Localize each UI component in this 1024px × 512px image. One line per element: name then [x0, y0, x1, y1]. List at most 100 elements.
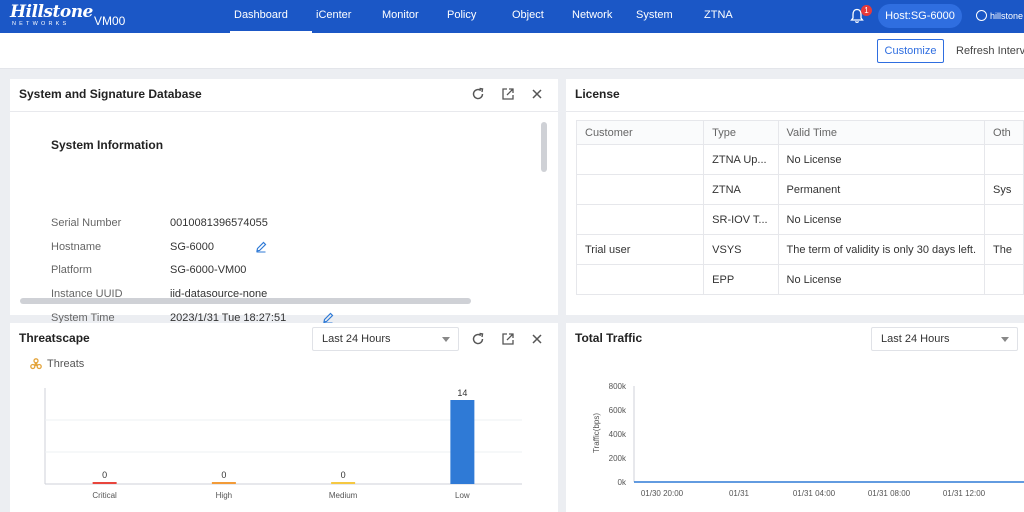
info-label: Serial Number — [51, 217, 122, 229]
table-row[interactable]: Trial user VSYS The term of validity is on… — [575, 234, 1024, 265]
column-header[interactable]: Valid Time — [777, 120, 986, 145]
dashboard-toolbar: Customize Refresh Interval — [0, 33, 1024, 69]
data-label: 0 — [102, 470, 107, 480]
nav-network[interactable]: Network — [568, 0, 632, 33]
nav-system[interactable]: System — [632, 0, 700, 33]
x-tick-label: 01/31 — [729, 489, 750, 498]
table-cell: ZTNA — [703, 174, 779, 205]
table-row[interactable]: EPP No License — [575, 264, 1024, 295]
x-tick-label: 01/31 08:00 — [868, 489, 911, 498]
x-tick-label: 01/31 04:00 — [793, 489, 836, 498]
table-cell — [984, 264, 1024, 295]
biohazard-icon — [30, 358, 42, 370]
refresh-icon[interactable] — [471, 332, 485, 346]
panel-title: Total Traffic — [575, 331, 643, 345]
time-range-value: Last 24 Hours — [322, 333, 391, 345]
section-title: System Information — [51, 138, 164, 152]
device-name: VM00 — [94, 14, 126, 28]
info-value: SG-6000-VM00 — [170, 264, 247, 276]
table-cell: EPP — [703, 264, 779, 295]
table-cell: Sys — [984, 174, 1024, 205]
y-tick-label: 0k — [618, 478, 627, 487]
y-axis-label: Traffic(bps) — [592, 413, 601, 453]
total-traffic-panel: Total Traffic Last 24 Hours Traffic(bps)… — [566, 323, 1024, 512]
table-row[interactable]: SR-IOV T... No License — [575, 204, 1024, 235]
refresh-icon[interactable] — [471, 87, 485, 101]
data-label: 0 — [341, 470, 346, 480]
threat-bar-chart: 0 Critical 0 High 0 Medium 14 Low — [44, 388, 522, 500]
time-range-select[interactable]: Last 24 Hours — [871, 327, 1018, 351]
close-icon[interactable] — [530, 332, 544, 346]
table-cell — [575, 204, 705, 235]
chevron-down-icon — [442, 337, 450, 342]
x-tick-label: Critical — [92, 491, 117, 500]
table-row[interactable]: ZTNA Permanent Sys — [575, 174, 1024, 205]
nav-dashboard[interactable]: Dashboard — [230, 0, 312, 33]
table-cell: No License — [777, 204, 986, 235]
table-cell — [575, 144, 705, 175]
table-cell — [984, 144, 1024, 175]
table-header: Customer Type Valid Time Oth — [575, 120, 1024, 145]
chevron-down-icon — [1001, 337, 1009, 342]
table-cell: The term of validity is only 30 days lef… — [777, 234, 986, 265]
column-header[interactable]: Type — [703, 120, 779, 145]
edit-hostname-icon[interactable] — [255, 241, 267, 253]
table-cell — [575, 174, 705, 205]
license-table: Customer Type Valid Time Oth ZTNA Up... No L… — [575, 120, 1024, 295]
user-menu[interactable]: hillstone — [976, 10, 1023, 21]
notification-badge: 1 — [861, 5, 872, 16]
logo-text: Hillstone — [10, 2, 93, 22]
x-tick-label: High — [216, 491, 232, 500]
table-cell: No License — [777, 264, 986, 295]
close-icon[interactable] — [530, 87, 544, 101]
hillstone-logo[interactable]: Hillstone NETWORKS — [10, 2, 93, 29]
y-tick-label: 200k — [609, 454, 627, 463]
table-row[interactable]: ZTNA Up... No License — [575, 144, 1024, 175]
threatscape-panel: Threatscape Last 24 Hours Threats 0 Criti… — [10, 323, 558, 512]
y-tick-label: 800k — [609, 382, 627, 391]
host-selector[interactable]: Host:SG-6000 — [878, 4, 962, 28]
table-cell — [575, 264, 705, 295]
expand-icon[interactable] — [501, 87, 515, 101]
time-range-select[interactable]: Last 24 Hours — [312, 327, 459, 351]
nav-ztna[interactable]: ZTNA — [700, 0, 746, 33]
main-nav: Dashboard iCenter Monitor Policy Object Netwo… — [230, 0, 746, 33]
time-range-value: Last 24 Hours — [881, 333, 950, 345]
expand-icon[interactable] — [501, 332, 515, 346]
table-cell — [984, 204, 1024, 235]
vertical-scrollbar[interactable] — [541, 122, 547, 172]
top-bar: Hillstone NETWORKS VM00 Dashboard iCenter… — [0, 0, 1024, 33]
chart-legend[interactable]: Threats — [30, 358, 84, 370]
y-tick-label: 600k — [609, 406, 627, 415]
user-icon — [976, 10, 987, 21]
bar-medium — [331, 482, 356, 484]
divider — [566, 111, 1024, 112]
username: hillstone — [990, 10, 1024, 21]
column-header[interactable]: Customer — [575, 120, 705, 145]
bar-high — [211, 482, 236, 484]
info-value: SG-6000 — [170, 241, 215, 253]
table-cell: VSYS — [703, 234, 779, 265]
horizontal-scrollbar[interactable] — [20, 298, 471, 304]
x-tick-label: 01/30 20:00 — [641, 489, 684, 498]
info-label: Hostname — [51, 241, 102, 253]
bar-low — [450, 400, 475, 484]
table-cell: No License — [777, 144, 986, 175]
table-cell: The — [984, 234, 1024, 265]
y-tick-label: 400k — [609, 430, 627, 439]
table-cell: Trial user — [575, 234, 705, 265]
system-signature-panel: System and Signature Database System Inf… — [10, 79, 558, 324]
panel-title: System and Signature Database — [19, 87, 202, 101]
nav-object[interactable]: Object — [508, 0, 568, 33]
column-header[interactable]: Oth — [984, 120, 1024, 145]
system-information: System Information Serial Number 00100813… — [20, 119, 550, 324]
traffic-line-chart: Traffic(bps) 800k 600k 400k 200k 0k 01/30 20:0… — [592, 382, 1024, 498]
nav-icenter[interactable]: iCenter — [312, 0, 378, 33]
table-cell: Permanent — [777, 174, 986, 205]
divider — [10, 111, 558, 112]
nav-monitor[interactable]: Monitor — [378, 0, 443, 33]
data-label: 0 — [221, 470, 226, 480]
nav-policy[interactable]: Policy — [443, 0, 508, 33]
customize-button[interactable]: Customize — [877, 39, 944, 63]
refresh-interval-label[interactable]: Refresh Interval — [956, 45, 1024, 57]
